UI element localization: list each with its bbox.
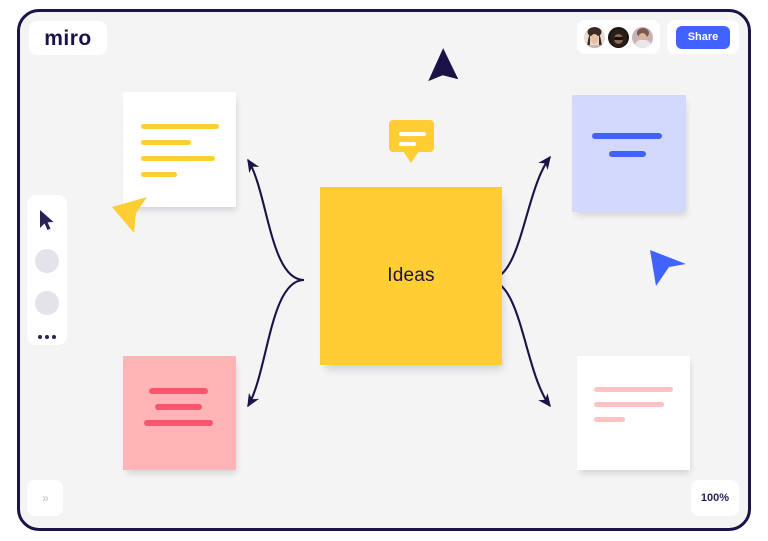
zoom-level-label: 100% bbox=[700, 492, 730, 504]
center-sticky-label: Ideas bbox=[387, 265, 435, 286]
card-line bbox=[594, 387, 673, 392]
avatar[interactable] bbox=[632, 26, 653, 48]
cursor-blue bbox=[650, 250, 686, 286]
card-line-group bbox=[572, 95, 686, 212]
cursor-icon[interactable] bbox=[38, 209, 56, 231]
ellipsis-icon[interactable] bbox=[38, 335, 56, 339]
cursor-navy bbox=[428, 48, 459, 82]
expand-panel-button[interactable]: » bbox=[27, 480, 63, 516]
miro-board-screenshot: Ideas miro Share » 100% bbox=[0, 0, 768, 541]
connector-to-bottom-left bbox=[247, 278, 305, 408]
avatar[interactable] bbox=[584, 26, 605, 48]
card-line bbox=[149, 388, 208, 394]
comment-bubble-line bbox=[399, 142, 416, 146]
zoom-level-indicator[interactable]: 100% bbox=[691, 480, 739, 516]
card-line bbox=[141, 124, 219, 129]
card-line bbox=[594, 417, 625, 422]
miro-logo[interactable]: miro bbox=[29, 21, 107, 55]
card-line bbox=[594, 402, 664, 407]
card-line bbox=[141, 156, 215, 161]
avatar[interactable] bbox=[608, 26, 629, 48]
connector-to-top-left bbox=[247, 158, 305, 282]
board-frame: Ideas miro Share » 100% bbox=[17, 9, 751, 531]
cursor-yellow bbox=[112, 197, 147, 233]
board-canvas[interactable]: Ideas bbox=[20, 12, 748, 528]
circle-icon[interactable] bbox=[35, 249, 59, 273]
card-bottom-right[interactable] bbox=[577, 356, 690, 470]
card-line-group bbox=[577, 356, 690, 470]
comment-bubble[interactable] bbox=[386, 117, 437, 163]
miro-logo-text: miro bbox=[44, 26, 92, 50]
card-line bbox=[141, 172, 177, 177]
card-line bbox=[592, 133, 662, 139]
card-top-right[interactable] bbox=[572, 95, 686, 212]
card-line bbox=[609, 151, 646, 157]
share-button[interactable]: Share bbox=[675, 25, 731, 49]
share-container: Share bbox=[667, 20, 739, 54]
expand-panel-label: » bbox=[42, 491, 49, 505]
card-line-group bbox=[123, 356, 236, 470]
circle-icon[interactable] bbox=[35, 291, 59, 315]
collaborator-avatars[interactable] bbox=[577, 20, 660, 54]
card-line bbox=[155, 404, 202, 410]
left-toolbar[interactable] bbox=[27, 195, 67, 345]
center-sticky-note[interactable]: Ideas bbox=[320, 187, 502, 365]
card-line bbox=[144, 420, 213, 426]
card-bottom-left[interactable] bbox=[123, 356, 236, 470]
card-line bbox=[141, 140, 191, 145]
comment-bubble-line bbox=[399, 132, 426, 136]
